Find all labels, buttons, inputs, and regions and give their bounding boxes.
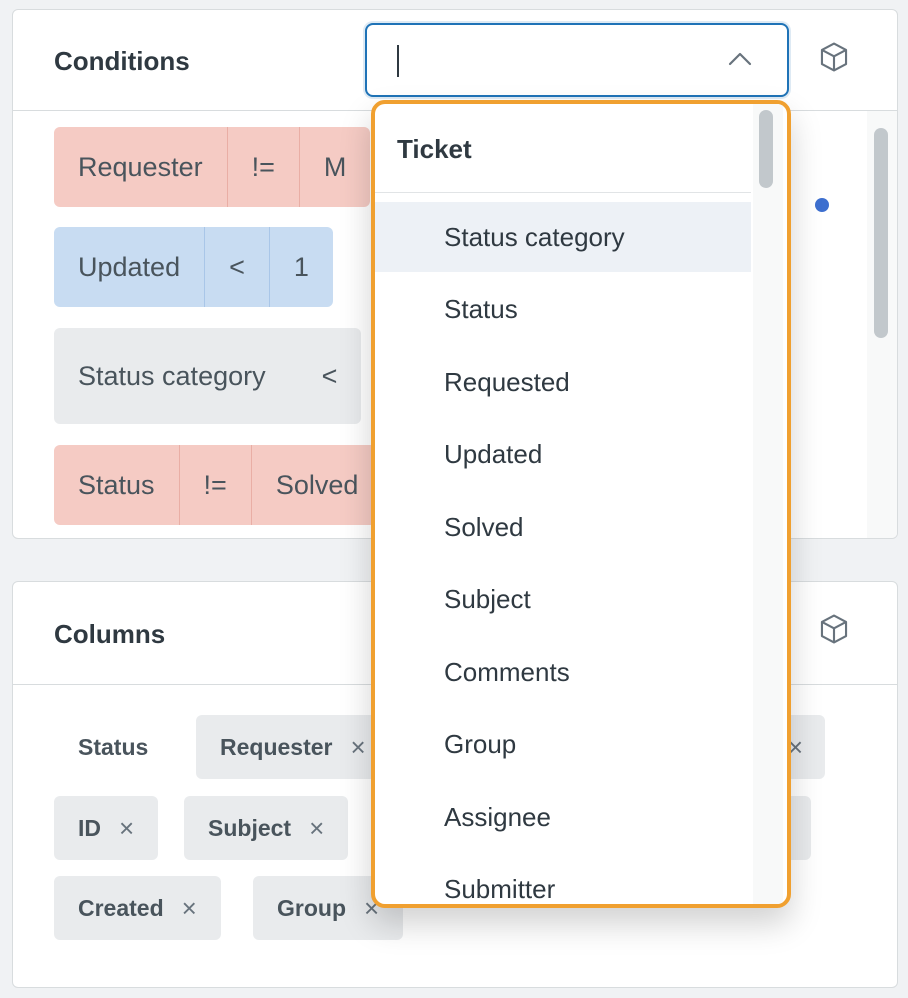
condition-row[interactable]: Status != Solved [54,445,383,525]
condition-value[interactable]: M [298,127,371,207]
condition-field[interactable]: Updated [54,227,204,307]
dropdown-scrollbar-track[interactable] [753,104,783,904]
status-dot [815,198,829,212]
conditions-scrollbar-thumb[interactable] [874,128,888,338]
condition-operator[interactable]: < [204,227,269,307]
column-chip-label: Created [78,894,164,921]
chevron-up-icon[interactable] [727,51,753,67]
conditions-title: Conditions [54,46,190,76]
condition-value[interactable]: 1 [268,227,333,307]
dropdown-option[interactable]: Assignee [375,782,751,852]
column-chip-requester[interactable]: Requester × [196,715,390,779]
condition-operator[interactable]: != [226,127,299,207]
dropdown-option[interactable]: Submitter [375,855,751,904]
column-chip-label: Status [78,733,149,760]
condition-operator[interactable]: != [178,445,251,525]
condition-row[interactable]: Requester != M [54,127,371,207]
condition-operator[interactable]: < [290,328,362,424]
dropdown-scrollbar-thumb[interactable] [759,110,773,188]
column-chip-id[interactable]: ID × [54,796,159,860]
dropdown-group-label: Ticket [397,134,472,164]
column-chip-label: ID [78,814,101,841]
column-chip-label: Requester [220,733,333,760]
condition-value[interactable]: Solved [250,445,383,525]
field-combobox[interactable] [365,23,789,97]
dropdown-option[interactable]: Updated [375,420,751,490]
dropdown-option[interactable]: Solved [375,492,751,562]
column-chip-status[interactable]: Status [78,715,148,779]
remove-icon[interactable]: × [182,893,197,924]
dropdown-option[interactable]: Requested [375,347,751,417]
dropdown-divider [375,192,751,193]
dropdown-option[interactable]: Status category [375,202,751,272]
remove-icon[interactable]: × [309,813,324,844]
dropdown-option[interactable]: Status [375,275,751,345]
column-chip-label: Subject [208,814,292,841]
columns-title: Columns [54,619,166,649]
dropdown-option[interactable]: Subject [375,565,751,635]
condition-row[interactable]: Status category < [54,328,362,424]
field-dropdown-menu: Ticket Status category Status Requested Upd… [371,100,791,908]
column-chip-label: Group [277,894,346,921]
dropdown-option[interactable]: Group [375,710,751,780]
column-chip-subject[interactable]: Subject × [184,796,349,860]
cube-icon[interactable] [817,40,851,74]
text-caret [397,45,399,77]
condition-row[interactable]: Updated < 1 [54,227,333,307]
cube-icon[interactable] [817,612,851,646]
condition-field[interactable]: Status category [54,328,290,424]
condition-field[interactable]: Status [54,445,179,525]
condition-field[interactable]: Requester [54,127,227,207]
remove-icon[interactable]: × [119,813,134,844]
column-chip-created[interactable]: Created × [54,876,221,940]
remove-icon[interactable]: × [350,732,365,763]
dropdown-option[interactable]: Comments [375,637,751,707]
